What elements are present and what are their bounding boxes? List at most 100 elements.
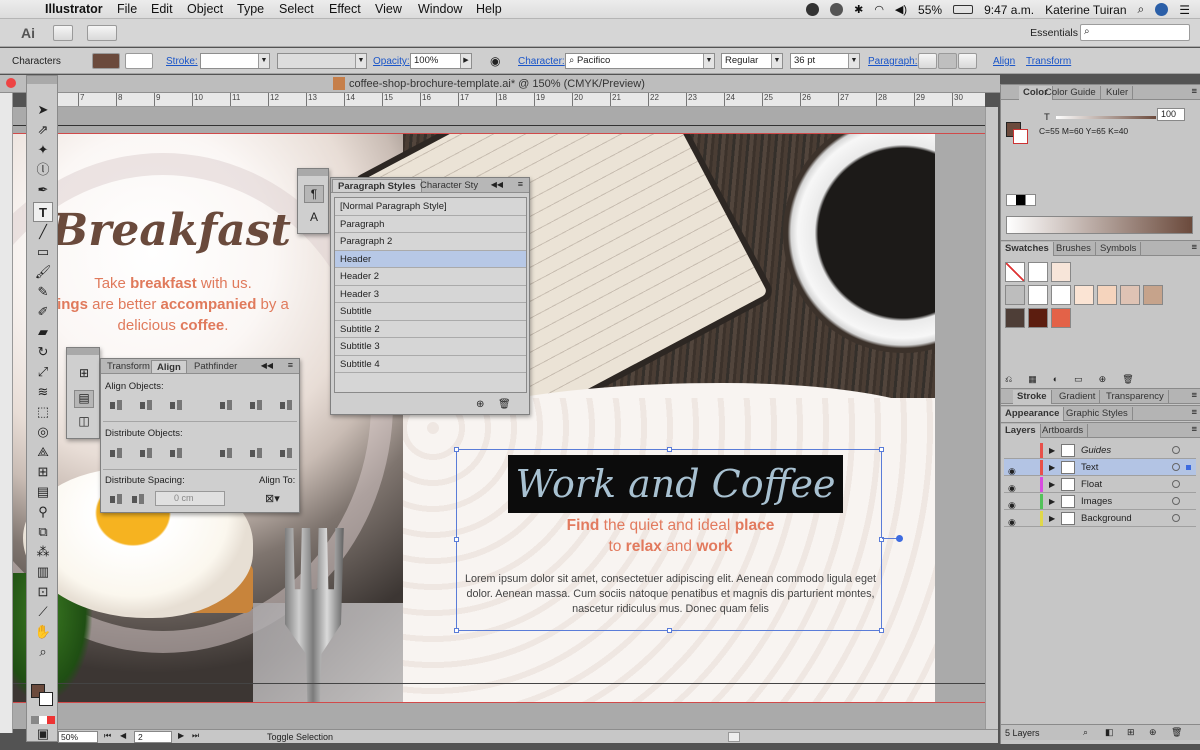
resize-handle[interactable] <box>879 447 884 452</box>
align-center-button[interactable] <box>938 53 957 69</box>
collapse-icon[interactable]: ◀◀ <box>261 361 273 370</box>
target-icon[interactable] <box>1172 497 1180 505</box>
color-spectrum[interactable] <box>1006 216 1193 234</box>
chevron-down-icon[interactable]: ▼ <box>848 54 859 68</box>
layer-row-background[interactable]: ◉ ▶ Background <box>1004 510 1196 527</box>
tab-artboards[interactable]: Artboards <box>1038 424 1089 438</box>
lasso-tool-icon[interactable]: ⓛ <box>33 160 53 180</box>
panel-menu-icon[interactable]: ≡ <box>1191 86 1197 97</box>
arrange-documents-button[interactable] <box>87 25 117 41</box>
list-item[interactable]: Header 3 <box>335 286 526 303</box>
chevron-down-icon[interactable]: ▼ <box>355 54 366 68</box>
expand-icon[interactable]: ▶ <box>1049 510 1055 527</box>
visibility-eye-icon[interactable]: ◉ <box>1008 514 1016 531</box>
trash-icon[interactable]: 🗑 <box>1122 374 1133 385</box>
app-menu[interactable]: Illustrator <box>45 2 103 16</box>
swatch-cream[interactable] <box>1074 285 1094 305</box>
menu-type[interactable]: Type <box>237 2 264 16</box>
breakfast-subtitle[interactable]: Take breakfast with us. ings are better … <box>33 273 313 336</box>
new-sublayer-icon[interactable]: ⊞ <box>1127 727 1135 738</box>
list-item[interactable]: Header 2 <box>335 268 526 286</box>
stroke-swatch[interactable] <box>39 692 53 706</box>
resize-handle[interactable] <box>667 628 672 633</box>
panel-menu-icon[interactable]: ≡ <box>288 360 293 370</box>
artboard-tool-icon[interactable]: ⊡ <box>33 582 53 602</box>
tab-color-guide[interactable]: Color Guide <box>1041 86 1101 100</box>
tab-graphic-styles[interactable]: Graphic Styles <box>1062 407 1133 421</box>
pen-tool-icon[interactable]: ✒ <box>33 180 53 200</box>
swatch-maroon[interactable] <box>1028 308 1048 328</box>
distribute-top-icon[interactable] <box>109 447 123 459</box>
battery-icon[interactable] <box>953 5 974 14</box>
tint-value-field[interactable]: 100 <box>1157 108 1185 121</box>
out-port-handle[interactable] <box>896 535 903 542</box>
document-tab[interactable]: coffee-shop-brochure-template.ai* @ 150%… <box>0 75 1000 93</box>
color-mode-buttons[interactable] <box>31 716 55 724</box>
align-panel-link[interactable]: Align <box>993 56 1015 67</box>
transform-icon[interactable]: ⊞ <box>74 366 94 384</box>
expand-icon[interactable]: ▶ <box>1049 442 1055 459</box>
wifi-icon[interactable]: ◠ <box>874 3 884 16</box>
distribute-vspace-icon[interactable] <box>109 493 123 505</box>
horizontal-ruler[interactable]: 7 8 9 10 11 12 13 14 15 16 17 18 19 20 21 22 23 24 25 26 27 2… <box>58 93 985 107</box>
warp-tool-icon[interactable]: ≋ <box>33 382 53 402</box>
paragraph-styles-icon[interactable]: ¶ <box>304 185 324 203</box>
tab-align[interactable]: Align <box>151 360 187 373</box>
panel-grip[interactable] <box>298 169 328 176</box>
last-artboard-icon[interactable]: ⏭ <box>192 731 199 741</box>
panel-menu-icon[interactable]: ≡ <box>1191 242 1197 253</box>
breakfast-title[interactable]: Breakfast <box>51 205 291 256</box>
font-family-field[interactable]: ⌕ Pacifico ▼ <box>565 53 715 69</box>
siri-icon[interactable] <box>1155 3 1169 16</box>
expand-icon[interactable]: ▶ <box>1049 493 1055 510</box>
swatch-light-brown[interactable] <box>1143 285 1163 305</box>
tab-kuler[interactable]: Kuler <box>1102 86 1134 100</box>
shape-builder-tool-icon[interactable]: ◎ <box>33 422 53 442</box>
notification-center-icon[interactable]: ☰ <box>1179 3 1190 17</box>
eyedropper-tool-icon[interactable]: ⚲ <box>33 502 53 522</box>
previous-artboard-icon[interactable]: ◀ <box>120 731 126 740</box>
new-group-icon[interactable]: ▭ <box>1074 374 1083 385</box>
swatch-white[interactable] <box>1028 285 1048 305</box>
target-icon[interactable] <box>1172 514 1180 522</box>
tab-brushes[interactable]: Brushes <box>1052 242 1096 256</box>
chevron-down-icon[interactable]: ▶ <box>460 54 471 68</box>
list-item[interactable]: Subtitle 3 <box>335 338 526 356</box>
panel-menu-icon[interactable]: ≡ <box>1191 407 1197 418</box>
target-icon[interactable] <box>1172 463 1180 471</box>
resize-handle[interactable] <box>454 537 459 542</box>
distribute-right-icon[interactable] <box>279 447 293 459</box>
show-kinds-icon[interactable]: ▦ <box>1028 374 1037 385</box>
align-left-button[interactable] <box>918 53 937 69</box>
menu-help[interactable]: Help <box>476 2 502 16</box>
first-artboard-icon[interactable]: ⏮ <box>104 731 111 741</box>
align-icon[interactable]: ▤ <box>74 390 94 408</box>
panel-menu-icon[interactable]: ≡ <box>1191 424 1197 435</box>
zoom-field[interactable]: 50% <box>58 731 98 743</box>
tab-paragraph-styles[interactable]: Paragraph Styles <box>332 179 422 192</box>
paragraph-link[interactable]: Paragraph: <box>868 56 917 67</box>
type-tool-icon[interactable]: T <box>33 202 53 222</box>
tab-appearance[interactable]: Appearance <box>1001 407 1065 421</box>
character-styles-icon[interactable]: A <box>304 209 324 227</box>
rotate-tool-icon[interactable]: ↻ <box>33 342 53 362</box>
workspace-switcher[interactable]: Essentials <box>1030 27 1078 39</box>
list-item[interactable]: Subtitle 2 <box>335 321 526 338</box>
expand-icon[interactable]: ▶ <box>1049 459 1055 476</box>
swatch-tan[interactable] <box>1120 285 1140 305</box>
tab-swatches[interactable]: Swatches <box>1001 242 1054 256</box>
help-search-input[interactable] <box>1080 24 1190 41</box>
align-to-selection-icon[interactable]: ⊠▾ <box>265 492 280 505</box>
list-item-selected[interactable]: Header <box>335 250 526 268</box>
tab-transparency[interactable]: Transparency <box>1102 390 1169 404</box>
pathfinder-icon[interactable]: ◫ <box>74 414 94 432</box>
tint-slider[interactable] <box>1056 116 1156 119</box>
target-icon[interactable] <box>1172 480 1180 488</box>
resize-handle[interactable] <box>667 447 672 452</box>
new-swatch-icon[interactable]: ⊕ <box>1099 374 1107 385</box>
panel-menu-icon[interactable]: ≡ <box>1191 390 1197 401</box>
notification-icon[interactable] <box>806 3 820 16</box>
trash-icon[interactable]: 🗑 <box>1171 727 1182 738</box>
clipping-mask-icon[interactable]: ◧ <box>1105 727 1114 738</box>
screen-mode-icon[interactable]: ▣ <box>33 724 53 744</box>
